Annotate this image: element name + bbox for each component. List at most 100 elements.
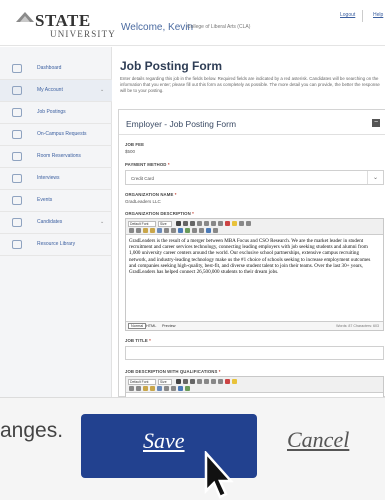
main-content: Job Posting Form Enter details regarding… bbox=[113, 47, 385, 400]
required-mark: * bbox=[174, 192, 177, 197]
image-icon[interactable] bbox=[185, 386, 190, 391]
word-count: Words: 87 Characters: 603 bbox=[336, 324, 379, 328]
label-text: ORGANIZATION DESCRIPTION bbox=[125, 211, 191, 216]
label-text: PAYMENT METHOD bbox=[125, 162, 167, 167]
job-fee-label: JOB FEE bbox=[125, 142, 145, 147]
sidebar-item-my-account[interactable]: My Account ⌄ bbox=[0, 80, 112, 102]
indent-icon[interactable] bbox=[246, 221, 251, 226]
undo-icon[interactable] bbox=[164, 386, 169, 391]
bold-icon[interactable] bbox=[176, 379, 181, 384]
undo-icon[interactable] bbox=[164, 228, 169, 233]
editor-tab-html[interactable]: HTML bbox=[146, 324, 156, 328]
editor-toolbar: Default Font Size bbox=[126, 377, 383, 393]
sidebar-item-job-postings[interactable]: Job Postings bbox=[0, 102, 112, 124]
college-name: College of Liberal Arts (CLA) bbox=[187, 24, 251, 30]
welcome-text: Welcome, Kevin bbox=[121, 22, 194, 33]
editor-toolbar: Default Font Size bbox=[126, 219, 383, 235]
italic-icon[interactable] bbox=[183, 379, 188, 384]
sidebar-item-dashboard[interactable]: Dashboard bbox=[0, 58, 112, 80]
sidebar-item-candidates[interactable]: Candidates ⌄ bbox=[0, 212, 112, 234]
paste-text-icon[interactable] bbox=[150, 228, 155, 233]
logo-subtext: UNIVERSITY bbox=[50, 29, 116, 39]
sidebar-item-label: On-Campus Requests bbox=[37, 131, 87, 137]
align-left-icon[interactable] bbox=[197, 379, 202, 384]
org-description-editor[interactable]: Default Font Size GradLeaders is the res… bbox=[125, 218, 384, 331]
sidebar-item-on-campus-requests[interactable]: On-Campus Requests bbox=[0, 124, 112, 146]
paste-icon[interactable] bbox=[143, 228, 148, 233]
justify-icon[interactable] bbox=[218, 221, 223, 226]
highlight-icon[interactable] bbox=[232, 379, 237, 384]
size-select[interactable]: Size bbox=[158, 221, 172, 227]
fullscreen-icon[interactable] bbox=[213, 228, 218, 233]
find-icon[interactable] bbox=[157, 228, 162, 233]
align-center-icon[interactable] bbox=[204, 221, 209, 226]
spellcheck-icon[interactable] bbox=[206, 228, 211, 233]
editor-tab-preview[interactable]: Preview bbox=[162, 324, 176, 328]
justify-icon[interactable] bbox=[218, 379, 223, 384]
underline-icon[interactable] bbox=[190, 221, 195, 226]
sidebar-item-room-reservations[interactable]: Room Reservations bbox=[0, 146, 112, 168]
logo-seal-icon bbox=[16, 12, 34, 22]
redo-icon[interactable] bbox=[171, 386, 176, 391]
table-icon[interactable] bbox=[192, 228, 197, 233]
font-color-icon[interactable] bbox=[225, 379, 230, 384]
required-mark: * bbox=[149, 338, 151, 343]
font-select[interactable]: Default Font bbox=[128, 379, 156, 385]
university-logo[interactable]: STATE UNIVERSITY bbox=[10, 8, 115, 42]
required-mark: * bbox=[218, 369, 221, 374]
org-description-label: ORGANIZATION DESCRIPTION * bbox=[125, 211, 194, 216]
sidebar-item-events[interactable]: Events bbox=[0, 190, 112, 212]
rule-icon[interactable] bbox=[199, 228, 204, 233]
label-text: JOB TITLE bbox=[125, 338, 148, 343]
job-posting-panel: Employer - Job Posting Form − JOB FEE $5… bbox=[118, 109, 385, 400]
help-link[interactable]: Help bbox=[373, 12, 383, 18]
link-icon[interactable] bbox=[178, 228, 183, 233]
cut-icon[interactable] bbox=[129, 228, 134, 233]
sidebar-item-label: Dashboard bbox=[37, 65, 62, 71]
font-color-icon[interactable] bbox=[225, 221, 230, 226]
redo-icon[interactable] bbox=[171, 228, 176, 233]
org-name-label: ORGANIZATION NAME * bbox=[125, 192, 176, 197]
sidebar-item-resource-library[interactable]: Resource Library bbox=[0, 234, 112, 256]
sidebar-item-interviews[interactable]: Interviews bbox=[0, 168, 112, 190]
header-divider bbox=[362, 10, 363, 22]
align-right-icon[interactable] bbox=[211, 221, 216, 226]
collapse-panel-button[interactable]: − bbox=[372, 119, 380, 127]
editor-footer: Normal HTML Preview Words: 87 Characters… bbox=[126, 321, 383, 330]
events-icon bbox=[12, 196, 22, 205]
payment-method-select[interactable]: Credit Card ⌄ bbox=[125, 170, 384, 185]
list-icon[interactable] bbox=[239, 221, 244, 226]
align-center-icon[interactable] bbox=[204, 379, 209, 384]
select-toggle[interactable]: ⌄ bbox=[367, 171, 383, 184]
payment-method-value: Credit Card bbox=[131, 176, 155, 181]
image-icon[interactable] bbox=[185, 228, 190, 233]
copy-icon[interactable] bbox=[136, 228, 141, 233]
mouse-pointer-icon bbox=[204, 451, 234, 499]
job-title-input[interactable] bbox=[125, 346, 384, 360]
underline-icon[interactable] bbox=[190, 379, 195, 384]
align-right-icon[interactable] bbox=[211, 379, 216, 384]
cancel-link[interactable]: Cancel bbox=[287, 427, 349, 453]
editor-tab-normal[interactable]: Normal bbox=[128, 323, 147, 329]
copy-icon[interactable] bbox=[136, 386, 141, 391]
link-icon[interactable] bbox=[178, 386, 183, 391]
find-icon[interactable] bbox=[157, 386, 162, 391]
required-mark: * bbox=[167, 162, 170, 167]
size-select[interactable]: Size bbox=[158, 379, 172, 385]
library-icon bbox=[12, 240, 22, 249]
app-header: STATE UNIVERSITY Welcome, Kevin College … bbox=[0, 0, 385, 46]
payment-method-label: PAYMENT METHOD * bbox=[125, 162, 170, 167]
org-name-value: GradLeaders LLC bbox=[125, 199, 161, 204]
font-select[interactable]: Default Font bbox=[128, 221, 156, 227]
highlight-icon[interactable] bbox=[232, 221, 237, 226]
org-description-text[interactable]: GradLeaders is the result of a merger be… bbox=[129, 238, 374, 275]
logout-link[interactable]: Logout bbox=[340, 12, 355, 18]
sidebar-item-label: Resource Library bbox=[37, 241, 76, 247]
cut-icon[interactable] bbox=[129, 386, 134, 391]
paste-text-icon[interactable] bbox=[150, 386, 155, 391]
italic-icon[interactable] bbox=[183, 221, 188, 226]
paste-icon[interactable] bbox=[143, 386, 148, 391]
interview-icon bbox=[12, 174, 22, 183]
align-left-icon[interactable] bbox=[197, 221, 202, 226]
bold-icon[interactable] bbox=[176, 221, 181, 226]
